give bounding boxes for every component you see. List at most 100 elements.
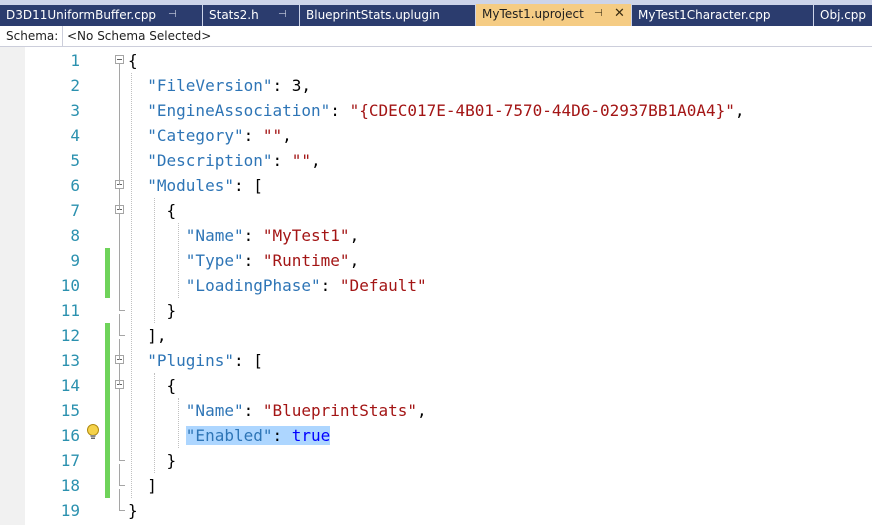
- pin-icon[interactable]: ⊣: [168, 5, 177, 25]
- line-number: 5: [70, 151, 80, 170]
- tab-label: BlueprintStats.uplugin: [306, 8, 440, 22]
- change-marker: [105, 273, 110, 298]
- line-number: 19: [60, 501, 80, 520]
- code-text[interactable]: }: [128, 498, 138, 523]
- tab-label: MyTest1Character.cpp: [638, 8, 771, 22]
- code-text[interactable]: "Name": "BlueprintStats",: [128, 398, 427, 423]
- line-number: 1: [70, 51, 80, 70]
- code-text[interactable]: "Description": "",: [128, 148, 320, 173]
- indent-guide: [131, 73, 132, 498]
- line-number: 15: [60, 401, 80, 420]
- code-token: ,: [416, 401, 427, 420]
- code-token: "Runtime": [262, 251, 350, 270]
- code-text[interactable]: {: [128, 198, 177, 223]
- outline-line: [119, 339, 120, 360]
- code-text[interactable]: "Enabled": true: [128, 423, 331, 448]
- line-number: 3: [70, 101, 80, 120]
- pin-icon[interactable]: ⊣: [278, 5, 287, 25]
- tab-label: Stats2.h: [209, 8, 259, 22]
- outline-line: [119, 489, 120, 510]
- tab-label: MyTest1.uproject: [482, 7, 584, 21]
- line-number: 16: [60, 426, 80, 445]
- code-token: "Default": [339, 276, 427, 295]
- code-token: :: [243, 126, 263, 145]
- code-text[interactable]: "Name": "MyTest1",: [128, 223, 359, 248]
- code-token: :: [243, 226, 263, 245]
- close-icon[interactable]: ✕: [614, 4, 625, 24]
- code-token: "Name": [185, 226, 244, 245]
- schema-label: Schema:: [6, 29, 59, 43]
- outline-line: [119, 189, 120, 210]
- code-text[interactable]: "Modules": [: [128, 173, 263, 198]
- code-token: ,: [734, 101, 745, 120]
- code-text[interactable]: ],: [128, 323, 166, 348]
- outline-line: [119, 389, 120, 460]
- tab-stats2-h[interactable]: Stats2.h ⊣: [203, 5, 299, 26]
- code-token: ,: [349, 226, 360, 245]
- collapse-icon[interactable]: [115, 55, 124, 64]
- code-text[interactable]: "FileVersion": 3,: [128, 73, 311, 98]
- code-text[interactable]: "Plugins": [: [128, 348, 263, 373]
- code-token: "FileVersion": [147, 76, 273, 95]
- code-token: "": [262, 126, 283, 145]
- tab-blueprintstats-uplugin[interactable]: BlueprintStats.uplugin: [300, 5, 475, 26]
- tab-mytest1-uproject[interactable]: MyTest1.uproject ⊣ ✕: [476, 4, 631, 26]
- indent-guide: [154, 198, 155, 323]
- code-line[interactable]: 1{: [0, 48, 872, 73]
- change-marker: [105, 348, 110, 373]
- code-text[interactable]: }: [128, 448, 177, 473]
- change-marker: [105, 248, 110, 273]
- code-token: "MyTest1": [262, 226, 350, 245]
- line-number: 4: [70, 126, 80, 145]
- change-marker: [105, 448, 110, 473]
- code-text[interactable]: }: [128, 298, 177, 323]
- code-text[interactable]: "EngineAssociation": "{CDEC017E-4B01-757…: [128, 98, 745, 123]
- outline-end: [119, 335, 125, 336]
- document-tab-strip: D3D11UniformBuffer.cpp ⊣ Stats2.h ⊣ Blue…: [0, 0, 872, 26]
- indent-guide: [178, 398, 179, 448]
- code-token: ,: [349, 251, 360, 270]
- code-token: : [: [233, 351, 263, 370]
- code-text[interactable]: "Category": "",: [128, 123, 292, 148]
- code-token: "Name": [185, 401, 244, 420]
- tab-label: D3D11UniformBuffer.cpp: [6, 8, 157, 22]
- code-text[interactable]: {: [128, 373, 177, 398]
- line-number: 17: [60, 451, 80, 470]
- line-number: 8: [70, 226, 80, 245]
- code-editor[interactable]: 1{2 "FileVersion": 3, 3 "EngineAssociatio…: [0, 47, 872, 525]
- code-token: :: [272, 151, 292, 170]
- outline-end: [119, 310, 125, 311]
- schema-dropdown[interactable]: <No Schema Selected>: [62, 26, 872, 46]
- code-text[interactable]: "LoadingPhase": "Default": [128, 273, 427, 298]
- code-text[interactable]: {: [128, 48, 138, 73]
- code-token: "": [291, 151, 312, 170]
- code-token: ,: [282, 126, 292, 145]
- code-token: :: [243, 401, 263, 420]
- change-marker: [105, 398, 110, 423]
- code-line[interactable]: 19}: [0, 498, 872, 523]
- code-text[interactable]: "Type": "Runtime",: [128, 248, 359, 273]
- line-number: 11: [60, 301, 80, 320]
- outline-line: [119, 464, 120, 485]
- code-token: }: [128, 301, 177, 320]
- code-token: 3: [291, 76, 302, 95]
- code-token: "Type": [185, 251, 244, 270]
- code-text[interactable]: ]: [128, 473, 157, 498]
- code-token: "Plugins": [147, 351, 234, 370]
- lightbulb-icon[interactable]: [86, 423, 100, 441]
- code-token: "Category": [147, 126, 244, 145]
- code-token: :: [320, 276, 340, 295]
- tab-d3d11uniformbuffer[interactable]: D3D11UniformBuffer.cpp ⊣: [0, 5, 202, 26]
- code-token: : [: [233, 176, 263, 195]
- code-token: {: [128, 376, 177, 395]
- tab-obj-cpp[interactable]: Obj.cpp: [814, 5, 872, 26]
- pin-icon[interactable]: ⊣: [594, 4, 603, 24]
- code-token: ]: [128, 476, 157, 495]
- code-token: "Modules": [147, 176, 234, 195]
- code-token: {: [128, 201, 177, 220]
- code-token: ,: [301, 76, 312, 95]
- line-number: 9: [70, 251, 80, 270]
- tab-mytest1character-cpp[interactable]: MyTest1Character.cpp: [632, 5, 813, 26]
- code-token: "Description": [147, 151, 273, 170]
- code-token: }: [128, 451, 177, 470]
